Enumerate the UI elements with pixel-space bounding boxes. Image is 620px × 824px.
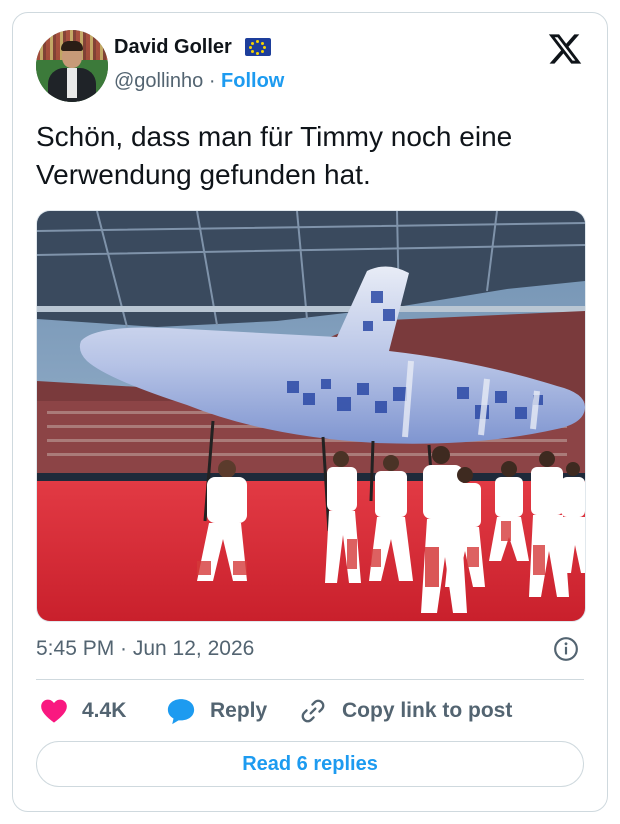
- tweet-timestamp[interactable]: 5:45 PM · Jun 12, 2026: [36, 637, 254, 661]
- reply-bubble-icon: [167, 699, 195, 725]
- link-icon: [301, 699, 325, 723]
- follow-button[interactable]: Follow: [221, 70, 284, 92]
- copy-link-label: Copy link to post: [342, 699, 513, 722]
- eu-flag-icon: [245, 38, 271, 56]
- author-name[interactable]: David Goller: [114, 36, 232, 59]
- read-replies-button[interactable]: Read 6 replies: [36, 741, 584, 787]
- copy-link-button[interactable]: Copy link to post: [298, 696, 512, 726]
- reply-button[interactable]: Reply: [166, 696, 267, 726]
- reply-label: Reply: [210, 699, 268, 722]
- heart-icon: [41, 699, 67, 723]
- x-logo-icon[interactable]: [547, 31, 583, 67]
- avatar[interactable]: [36, 30, 108, 102]
- read-replies-label: Read 6 replies: [242, 752, 378, 775]
- handle-row: @gollinho · Follow: [114, 70, 284, 93]
- divider: [36, 679, 584, 680]
- like-button[interactable]: 4.4K: [40, 696, 126, 726]
- tweet-media-image[interactable]: [36, 210, 586, 622]
- info-icon[interactable]: [553, 636, 579, 662]
- like-count: 4.4K: [82, 699, 127, 722]
- separator: ·: [208, 70, 216, 92]
- media-photo: [37, 211, 585, 621]
- tweet-text: Schön, dass man für Timmy noch eine Verw…: [36, 121, 513, 190]
- author-handle[interactable]: @gollinho: [114, 70, 203, 92]
